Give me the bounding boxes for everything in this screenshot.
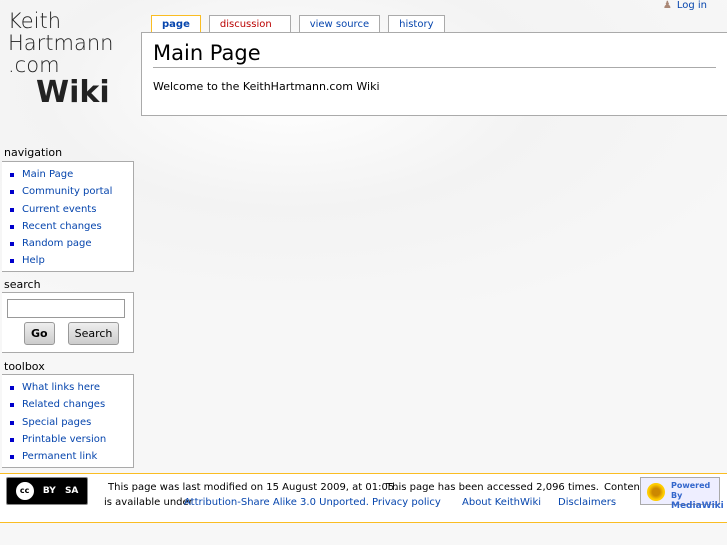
nav-item[interactable]: Community portal (8, 183, 133, 200)
toolbox-link[interactable]: What links here (22, 382, 100, 393)
nav-item[interactable]: Help (8, 252, 133, 269)
nav-link[interactable]: Help (22, 255, 45, 266)
toolbox-link[interactable]: Related changes (22, 399, 105, 410)
nav-link[interactable]: Community portal (22, 186, 112, 197)
toolbox-link[interactable]: Printable version (22, 434, 106, 445)
tab-history[interactable]: history (388, 15, 445, 33)
toolbox-portlet: What links here Related changes Special … (2, 374, 134, 468)
tab-label[interactable]: view source (310, 19, 369, 30)
cc-sa-label: SA (64, 486, 79, 496)
license-text: is available under (104, 497, 193, 508)
about-link[interactable]: About KeithWiki (462, 497, 541, 508)
disclaimers-link[interactable]: Disclaimers (558, 497, 616, 508)
nav-item[interactable]: Recent changes (8, 218, 133, 235)
go-button[interactable]: Go (24, 322, 55, 345)
privacy-policy-link[interactable]: Privacy policy (372, 497, 441, 508)
page-body: Welcome to the KeithHartmann.com Wiki (153, 80, 380, 93)
license-link[interactable]: Attribution-Share Alike 3.0 Unported. (184, 497, 369, 508)
personal-tools: ♟ Log in (663, 0, 707, 11)
nav-item[interactable]: Random page (8, 235, 133, 252)
search-portlet: Go Search (2, 292, 134, 353)
tab-view-source[interactable]: view source (298, 15, 381, 33)
toolbox-link[interactable]: Permanent link (22, 451, 97, 462)
toolbox-heading: toolbox (4, 360, 45, 373)
content-license-prefix: Content (604, 482, 644, 493)
toolbox-link[interactable]: Special pages (22, 417, 91, 428)
nav-item[interactable]: Current events (8, 201, 133, 218)
nav-link[interactable]: Recent changes (22, 221, 102, 232)
nav-item[interactable]: Main Page (8, 166, 133, 183)
logo-line: Hartmann (8, 31, 114, 55)
nav-link[interactable]: Current events (22, 204, 96, 215)
tab-label[interactable]: discussion (220, 19, 272, 30)
powered-by-label: Powered By (671, 481, 711, 500)
logo-line: Wiki (36, 75, 110, 110)
search-input[interactable] (7, 299, 125, 318)
logo-line: .com (8, 53, 60, 77)
cc-license-badge[interactable]: cc BY SA (6, 477, 88, 505)
toolbox-item[interactable]: What links here (8, 379, 133, 396)
search-heading: search (4, 278, 41, 291)
navigation-portlet: Main Page Community portal Current event… (2, 161, 134, 272)
toolbox-item[interactable]: Special pages (8, 414, 133, 431)
toolbox-item[interactable]: Printable version (8, 431, 133, 448)
tab-discussion[interactable]: discussion (208, 15, 291, 33)
toolbox-item[interactable]: Permanent link (8, 448, 133, 465)
cc-by-label: BY (42, 486, 56, 496)
mediawiki-flower-icon (647, 483, 665, 501)
site-logo[interactable]: Keith Hartmann .com Wiki (8, 10, 128, 110)
powered-by-mediawiki-badge[interactable]: Powered By MediaWiki (640, 477, 724, 511)
footer: cc BY SA This page was last modified on … (0, 473, 727, 523)
navigation-heading: navigation (4, 146, 63, 159)
user-icon: ♟ (662, 0, 672, 11)
nav-link[interactable]: Random page (22, 238, 92, 249)
last-modified: This page was last modified on 15 August… (108, 482, 398, 493)
toolbox-item[interactable]: Related changes (8, 396, 133, 413)
tab-label[interactable]: page (162, 19, 190, 30)
tab-label[interactable]: history (399, 19, 433, 30)
logo-line: Keith (8, 9, 62, 33)
content-area: Main Page Welcome to the KeithHartmann.c… (141, 32, 727, 116)
page-title: Main Page (153, 41, 716, 68)
nav-link[interactable]: Main Page (22, 169, 73, 180)
mediawiki-label: MediaWiki (671, 501, 724, 511)
login-link[interactable]: Log in (677, 0, 707, 11)
search-button[interactable]: Search (67, 322, 120, 345)
view-count: This page has been accessed 2,096 times. (386, 482, 599, 493)
cc-icon: cc (15, 482, 34, 500)
